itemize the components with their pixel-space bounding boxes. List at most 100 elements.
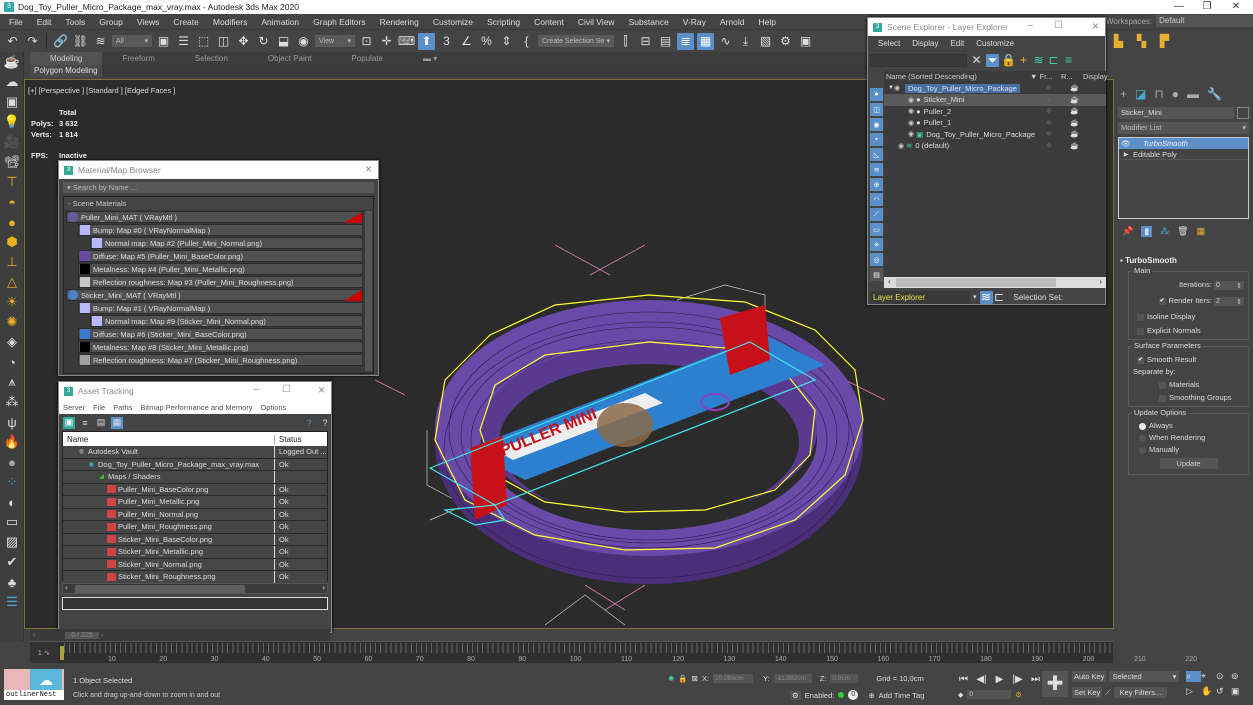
slider-next-icon[interactable]: › [101, 632, 103, 639]
snap-toggle-icon[interactable]: ⬆ [418, 32, 435, 50]
align-icon[interactable]: ⊟ [637, 33, 654, 50]
map-item[interactable]: Reflection roughness: Map #7 (Sticker_Mi… [78, 354, 363, 366]
explorer-menu-edit[interactable]: Edit [950, 39, 964, 48]
menu-modifiers[interactable]: Modifiers [208, 17, 256, 27]
geometry-filter-icon[interactable]: ● [870, 88, 883, 101]
scroll-right-icon[interactable]: › [322, 583, 325, 592]
maximize-icon[interactable]: ☐ [282, 384, 291, 395]
ribbon-tab-populate[interactable]: Populate [331, 52, 403, 65]
motion-tab-icon[interactable]: ● [1172, 87, 1179, 101]
select-by-name-icon[interactable]: ☰ [175, 33, 192, 50]
bind-spacewarp-icon[interactable]: ≋ [92, 33, 109, 50]
column-display[interactable]: Display [1083, 72, 1108, 81]
place-icon[interactable]: ◉ [295, 33, 312, 50]
auto-key-button[interactable]: Auto Key [1072, 671, 1107, 682]
smoothing-groups-checkbox[interactable] [1159, 394, 1166, 402]
fire-icon[interactable]: 🔥 [0, 432, 24, 452]
all-filter-icon[interactable]: ▤ [870, 268, 883, 281]
material-browser-titlebar[interactable]: 3 Material/Map Browser × [59, 161, 378, 179]
menu-animation[interactable]: Animation [256, 17, 308, 27]
restore-button[interactable]: ❐ [1193, 0, 1221, 14]
object-color-swatch[interactable] [1237, 107, 1249, 119]
renderable-teapot-icon[interactable]: ☕ [1070, 119, 1079, 127]
configure-sets-icon[interactable]: ▦ [1197, 226, 1206, 237]
update-option-always[interactable]: Always [1139, 421, 1244, 430]
tree-row[interactable]: ◉ ● Sticker_Mini ❄ ☕ [884, 94, 1106, 106]
scatter-icon[interactable]: ⁂ [0, 392, 24, 412]
render-iters-spinner[interactable]: 2 ⇕ [1214, 297, 1244, 306]
stack-item-editable-poly[interactable]: ▶ Editable Poly [1119, 149, 1248, 160]
move-icon[interactable]: ✥ [235, 33, 252, 50]
sphere-light-icon[interactable]: ● [0, 212, 24, 232]
smooth-result-checkbox[interactable]: ✔ [1137, 356, 1144, 364]
orbit-icon[interactable]: ↺ [1216, 686, 1231, 697]
asset-menu-options[interactable]: Options [261, 403, 287, 412]
menu-file[interactable]: File [4, 17, 32, 27]
renderable-teapot-icon[interactable]: ☕ [1070, 142, 1079, 150]
eye-icon[interactable]: 👁 [1119, 139, 1133, 148]
mesh-light-icon[interactable]: ⬢ [0, 232, 24, 252]
map-item[interactable]: Normal map: Map #9 (Sticker_Mini_Normal.… [90, 315, 363, 327]
show-end-result-icon[interactable]: ▮ [1141, 226, 1153, 237]
groups-filter-icon[interactable]: ⊕ [870, 178, 883, 191]
map-item[interactable]: Metalness: Map #8 (Sticker_Mini_Metallic… [78, 341, 363, 353]
curve-editor-icon[interactable]: ∿ [717, 33, 734, 50]
rendered-frame-icon[interactable]: ▣ [797, 33, 814, 50]
minimize-icon[interactable]: – [253, 384, 259, 395]
pivot-icon[interactable]: ⊡ [358, 33, 375, 50]
material-sphere-icon[interactable]: ● [0, 452, 24, 472]
maxscript-listener[interactable]: ☁ outlinerNest [4, 669, 64, 700]
layer-explorer-icon[interactable]: ≣ [677, 32, 694, 50]
previous-frame-icon[interactable]: ◀| [973, 671, 990, 688]
update-button[interactable]: Update [1159, 458, 1218, 469]
update-option-manually[interactable]: Manually [1139, 445, 1244, 454]
ribbon-tab-object-paint[interactable]: Object Paint [248, 52, 332, 65]
zoom-icon[interactable]: ⌕ [1186, 671, 1201, 682]
render-iters-checkbox[interactable]: ✔ [1158, 297, 1166, 305]
play-icon[interactable]: ▶ [991, 671, 1008, 688]
toggle-ribbon-icon[interactable]: ▦ [697, 32, 714, 50]
column-status[interactable]: Status [275, 435, 302, 444]
scale-icon[interactable]: ⬓ [275, 33, 292, 50]
layers-icon[interactable]: ≋ [1033, 52, 1044, 69]
helpers-filter-icon[interactable]: ◺ [870, 148, 883, 161]
isoline-checkbox[interactable] [1137, 313, 1144, 321]
explorer-menu-select[interactable]: Select [878, 39, 900, 48]
selection-lock-icon[interactable]: 🔒 [678, 674, 687, 683]
workspaces-select[interactable]: Default [1156, 15, 1253, 27]
object-name-input[interactable]: Sticker_Mini [1118, 107, 1234, 119]
menu-customize[interactable]: Customize [428, 17, 482, 27]
scene-materials-header[interactable]: - Scene Materials [64, 197, 373, 210]
make-unique-icon[interactable]: ⁂ [1160, 226, 1169, 237]
layer-mode-icon[interactable]: ≋ [979, 290, 993, 304]
next-frame-icon[interactable]: |▶ [1009, 671, 1026, 688]
scroll-left-icon[interactable]: ‹ [888, 277, 891, 286]
filter-icon[interactable]: ⏷ [986, 53, 999, 67]
z-coordinate-input[interactable]: 0,0cm [830, 674, 859, 683]
render-production-icon[interactable]: ▙ [1110, 32, 1127, 49]
polygon-modeling-tab[interactable]: Polygon Modeling [30, 65, 102, 77]
track-bar[interactable]: 1 ∿ 10 20 30 40 50 60 70 80 90 100 110 120 130 140 150… [30, 641, 1197, 664]
current-frame-input[interactable]: 0 [967, 690, 1012, 699]
freeze-icon[interactable]: ❄ [1046, 84, 1052, 92]
menu-group[interactable]: Group [94, 17, 132, 27]
hierarchy-tab-icon[interactable]: ⊓ [1154, 87, 1163, 101]
menu-edit[interactable]: Edit [32, 17, 61, 27]
mirror-icon[interactable]: ⫿ [617, 33, 634, 50]
film-camera-icon[interactable]: 📽 [0, 152, 24, 172]
hidden-filter-icon[interactable]: ◎ [870, 253, 883, 266]
containers-filter-icon[interactable]: ▭ [870, 223, 883, 236]
tree-row[interactable]: ◉ ● Puller_1 ❄ ☕ [884, 117, 1106, 129]
help-icon[interactable]: ? [303, 417, 315, 429]
set-key-button[interactable]: Set Key [1072, 687, 1103, 698]
zoom-all-icon[interactable]: ⌖ [1201, 671, 1216, 682]
frozen-filter-icon[interactable]: ✳ [870, 238, 883, 251]
go-to-start-icon[interactable]: ⏮ [955, 671, 972, 688]
asset-row[interactable]: Puller_Mini_Roughness.png Ok [63, 521, 327, 534]
create-tab-icon[interactable]: + [1120, 87, 1127, 101]
list-view-icon[interactable]: ≡ [79, 417, 91, 429]
options-help-icon[interactable]: ? [319, 417, 331, 429]
scene-explorer-titlebar[interactable]: 3 Scene Explorer - Layer Explorer – ☐ × [868, 18, 1105, 36]
menu-views[interactable]: Views [132, 17, 169, 27]
cameras-filter-icon[interactable]: ▪ [870, 133, 883, 146]
